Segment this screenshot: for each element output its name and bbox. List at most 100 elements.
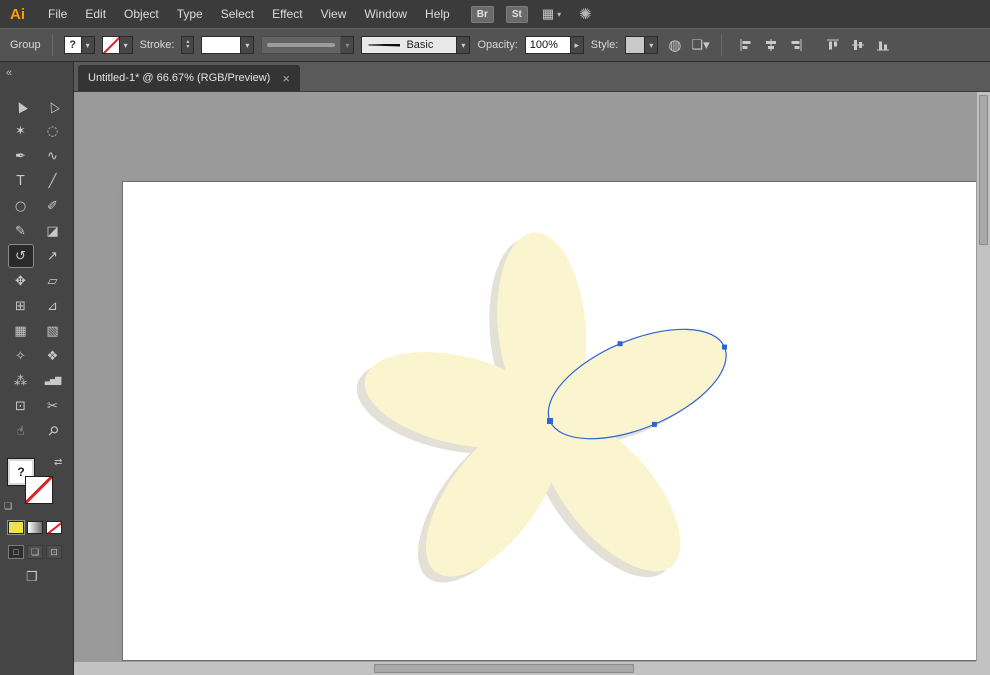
recolor-artwork-icon[interactable]: ◍ <box>668 36 681 54</box>
blend-tool[interactable]: ❖ <box>40 344 66 368</box>
document-tab[interactable]: Untitled-1* @ 66.67% (RGB/Preview) × <box>78 65 300 91</box>
scale-tool[interactable]: ↗ <box>40 244 66 268</box>
fill-color-picker[interactable]: ? ▾ <box>63 36 95 54</box>
workspace-switcher[interactable]: ▦ ▾ <box>542 6 561 22</box>
rotate-tool[interactable]: ↺ <box>7 244 34 268</box>
anchor-point[interactable] <box>617 341 623 347</box>
mesh-tool[interactable]: ▦ <box>8 319 34 343</box>
width-profile-preview <box>261 36 342 54</box>
slice-tool[interactable]: ✂ <box>40 394 66 418</box>
align-center-vertical-button[interactable] <box>849 36 867 54</box>
draw-behind-button[interactable]: ❏ <box>27 545 43 559</box>
anchor-point[interactable] <box>721 344 727 350</box>
artboard-tool[interactable]: ⊡ <box>8 394 34 418</box>
align-right-button[interactable] <box>787 36 805 54</box>
stroke-weight-select[interactable]: ▾ <box>201 36 255 54</box>
brush-definition-select[interactable]: Basic ▾ <box>361 36 471 54</box>
opacity-label: Opacity: <box>477 39 518 51</box>
curvature-tool[interactable]: ∿ <box>40 144 66 168</box>
pen-tool[interactable]: ✒ <box>8 144 34 168</box>
eyedropper-tool[interactable]: ✧ <box>8 344 34 368</box>
none-button[interactable] <box>46 521 62 534</box>
bridge-button[interactable]: Br <box>470 5 494 23</box>
opacity-input[interactable] <box>524 36 571 54</box>
scrollbar-corner <box>976 661 990 675</box>
draw-normal-button[interactable]: □ <box>8 545 24 559</box>
default-fill-stroke-icon[interactable]: ❏ <box>4 501 12 512</box>
blend-tool-icon: ❖ <box>46 348 59 364</box>
vertical-scrollbar-thumb[interactable] <box>979 95 988 245</box>
stroke-proxy[interactable] <box>25 476 53 504</box>
style-label: Style: <box>590 39 619 51</box>
horizontal-scrollbar-thumb[interactable] <box>374 664 634 673</box>
panel-header: « <box>0 62 73 94</box>
menu-item-edit[interactable]: Edit <box>76 7 115 21</box>
menu-item-window[interactable]: Window <box>355 7 416 21</box>
drawing-modes: □ ❏ ⊡ <box>0 545 73 559</box>
chevron-right-icon[interactable]: ▸ <box>570 36 584 54</box>
symbol-sprayer-tool[interactable]: ⁂ <box>8 369 34 393</box>
collapse-panel-icon[interactable]: « <box>6 67 12 79</box>
stroke-color-picker[interactable]: ▾ <box>101 36 133 54</box>
line-segment-tool[interactable]: ╱ <box>40 169 66 193</box>
menu-item-view[interactable]: View <box>312 7 356 21</box>
canvas-column: Untitled-1* @ 66.67% (RGB/Preview) × <box>74 62 990 675</box>
direct-selection-tool[interactable]: △ <box>40 94 66 118</box>
align-bottom-icon <box>876 41 889 51</box>
variable-width-profile-select[interactable]: ▾ <box>261 36 355 54</box>
color-button[interactable] <box>8 521 24 534</box>
menu-item-effect[interactable]: Effect <box>263 7 311 21</box>
opacity-control[interactable]: ▸ <box>524 36 584 54</box>
close-tab-icon[interactable]: × <box>282 72 290 85</box>
column-graph-tool[interactable]: ▃▅▇ <box>40 369 66 393</box>
align-left-button[interactable] <box>737 36 755 54</box>
menu-item-help[interactable]: Help <box>416 7 459 21</box>
ellipse-tool[interactable]: ○ <box>8 194 34 218</box>
chevron-down-icon: ▾ <box>241 36 255 54</box>
canvas[interactable] <box>74 92 990 675</box>
artboard[interactable] <box>122 181 977 661</box>
perspective-grid-tool[interactable]: ⊿ <box>40 294 66 318</box>
paintbrush-tool-icon: ✐ <box>47 198 58 214</box>
vertical-scrollbar[interactable] <box>976 92 990 661</box>
app-logo[interactable]: Ai <box>10 6 25 23</box>
selection-tool[interactable]: ▲ <box>8 94 34 118</box>
shape-builder-tool[interactable]: ⊞ <box>8 294 34 318</box>
draw-inside-button[interactable]: ⊡ <box>46 545 62 559</box>
type-tool[interactable]: T <box>8 169 34 193</box>
width-tool-icon: ✥ <box>15 273 26 289</box>
direct-selection-tool-icon: △ <box>44 97 61 115</box>
paintbrush-tool[interactable]: ✐ <box>40 194 66 218</box>
align-center-horizontal-button[interactable] <box>762 36 780 54</box>
gradient-button[interactable] <box>27 521 43 534</box>
menu-item-select[interactable]: Select <box>212 7 263 21</box>
eraser-tool[interactable]: ◪ <box>40 219 66 243</box>
flower-svg[interactable] <box>123 182 976 660</box>
width-tool[interactable]: ✥ <box>8 269 34 293</box>
stock-button[interactable]: St <box>505 5 528 23</box>
horizontal-scrollbar[interactable] <box>74 661 976 675</box>
swap-fill-stroke-icon[interactable]: ⇄ <box>54 457 62 468</box>
lasso-tool[interactable]: ◌ <box>40 119 66 143</box>
menu-list: File Edit Object Type Select Effect View Window… <box>39 7 459 21</box>
hand-tool[interactable]: ☝ <box>8 419 34 443</box>
rotate-tool-icon: ↺ <box>15 248 26 264</box>
anchor-point[interactable] <box>547 418 553 424</box>
stroke-weight-stepper[interactable]: ▴ ▾ <box>181 36 195 54</box>
align-top-button[interactable] <box>824 36 842 54</box>
tools-panel: « ▲ △ ✶ ◌ ✒ ∿ T ╱ ○ ✐ ✎ ◪ ↺ ↗ ✥ ▱ ⊞ ⊿ ▦ ▧ ✧ ❖ ⁂ ▃▅▇ ⊡ ✂ ☝ ⚲ ⇄ ? ❏ □… <box>0 62 74 675</box>
line-segment-tool-icon: ╱ <box>48 173 57 189</box>
anchor-point[interactable] <box>651 421 657 427</box>
document-setup-button[interactable]: ❏ ▾ <box>691 36 709 54</box>
menu-item-type[interactable]: Type <box>168 7 212 21</box>
align-bottom-button[interactable] <box>874 36 892 54</box>
zoom-tool[interactable]: ⚲ <box>40 419 66 443</box>
screen-mode-button[interactable]: ❐ <box>26 569 38 584</box>
menu-item-file[interactable]: File <box>39 7 76 21</box>
gradient-tool[interactable]: ▧ <box>40 319 66 343</box>
free-transform-tool[interactable]: ▱ <box>40 269 66 293</box>
menu-item-object[interactable]: Object <box>115 7 168 21</box>
magic-wand-tool[interactable]: ✶ <box>8 119 34 143</box>
graphic-style-select[interactable]: ▾ <box>625 36 659 54</box>
pencil-tool[interactable]: ✎ <box>8 219 34 243</box>
